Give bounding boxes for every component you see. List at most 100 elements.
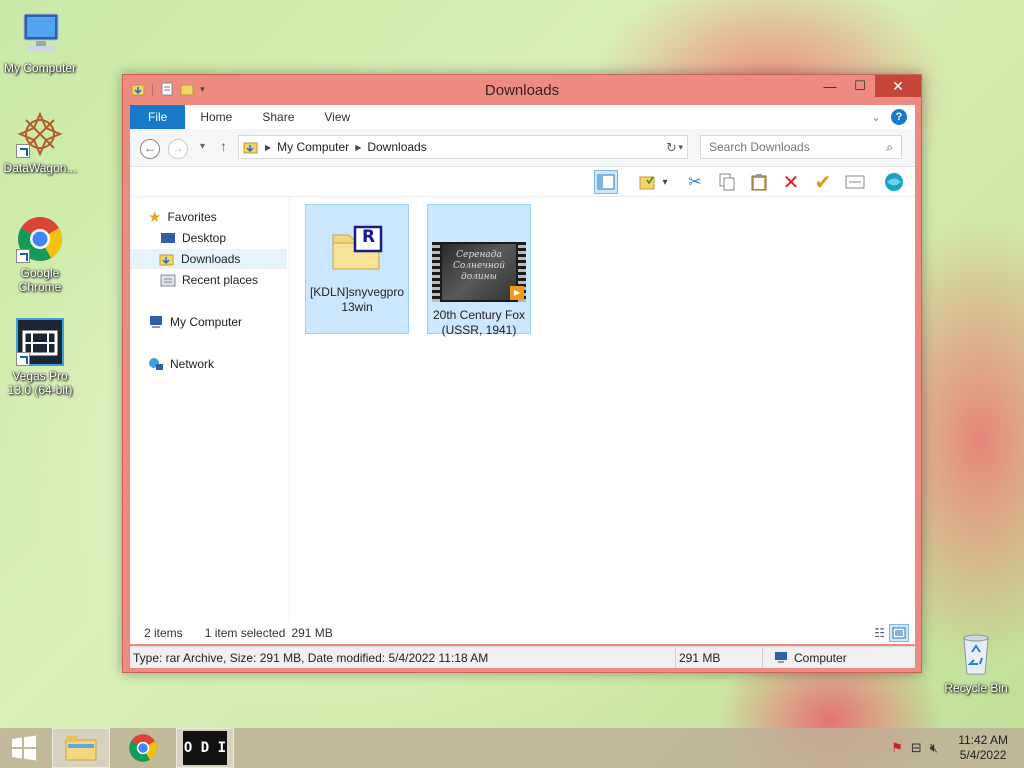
tab-file[interactable]: File — [130, 105, 186, 129]
details-info: Type: rar Archive, Size: 291 MB, Date mo… — [133, 651, 489, 665]
recycle-bin-icon — [952, 630, 1000, 678]
globe-icon[interactable] — [882, 170, 906, 194]
desktop-icon-label: DataWagon... — [3, 161, 77, 175]
nav-label: Network — [170, 357, 215, 371]
folder-options-icon[interactable] — [636, 170, 660, 194]
rar-badge-letter: R — [362, 227, 376, 247]
address-dropdown-icon[interactable]: ▾ — [678, 142, 687, 153]
star-icon: ★ — [148, 209, 162, 226]
desktop-icon-label: Recycle Bin — [944, 681, 1008, 695]
clock[interactable]: 11:42 AM 5/4/2022 — [958, 733, 1008, 763]
paste-icon[interactable] — [747, 170, 771, 194]
desktop-icon-recycle-bin[interactable]: Recycle Bin — [936, 630, 1016, 695]
play-badge-icon: ▶ — [510, 286, 524, 300]
rar-archive-icon: R — [329, 225, 385, 273]
delete-icon[interactable]: ✕ — [779, 170, 803, 194]
desktop-icon-datawagon[interactable]: DataWagon... — [0, 110, 80, 175]
details-divider — [675, 647, 676, 668]
desktop-icon-my-computer[interactable]: My Computer — [0, 10, 80, 75]
file-name-line2: (USSR, 1941) — [441, 323, 517, 337]
expand-ribbon-icon[interactable]: ⌄ — [871, 110, 881, 124]
ribbon-tabs: File Home Share View ⌄ ? — [130, 105, 915, 129]
computer-icon — [16, 10, 64, 58]
status-bar: 2 items 1 item selected 291 MB ☷ — [130, 622, 915, 644]
video-frame: Серенада Солнечной долины — [442, 244, 516, 300]
breadcrumb-downloads[interactable]: Downloads — [367, 140, 426, 154]
nav-item-my-computer[interactable]: My Computer — [148, 312, 242, 332]
details-view-icon[interactable]: ☷ — [874, 626, 885, 640]
rename-check-icon[interactable]: ✔ — [811, 170, 835, 194]
taskbar: O D I ⚑ ⊟ 🔇︎ 11:42 AM 5/4/2022 — [0, 728, 1024, 768]
title-bar[interactable]: | ▾ Downloads — ☐ ✕ — [123, 75, 921, 105]
desktop-icon-label: Vegas Pro 13.0 (64-bit) — [7, 369, 73, 397]
breadcrumb-separator-icon: ▶ — [265, 142, 272, 152]
desktop-icon-vegas-pro[interactable]: Vegas Pro 13.0 (64-bit) — [0, 318, 80, 397]
explorer-body: ★ Favorites Desktop Downloads Recent pla… — [130, 197, 915, 622]
chrome-icon — [129, 734, 157, 762]
system-tray: ⚑ ⊟ 🔇︎ — [891, 740, 938, 756]
network-icon — [148, 357, 164, 371]
action-center-flag-icon[interactable]: ⚑ — [891, 740, 903, 756]
start-button[interactable] — [0, 728, 48, 768]
breadcrumb-separator-icon: ▶ — [355, 142, 362, 152]
search-input[interactable]: Search Downloads ⌕ — [700, 135, 902, 159]
volume-muted-icon[interactable]: 🔇︎ — [930, 740, 938, 756]
file-item-rar[interactable]: R [KDLN]snyvegpro 13win — [305, 204, 409, 334]
shortcut-arrow-icon — [16, 144, 30, 158]
details-size: 291 MB — [679, 651, 721, 665]
breadcrumb-my-computer[interactable]: My Computer — [277, 140, 349, 154]
item-count: 2 items — [144, 626, 183, 640]
network-status-icon[interactable]: ⊟ — [911, 740, 922, 756]
desktop-icon-label: Google Chrome — [18, 266, 62, 294]
nav-item-favorites[interactable]: ★ Favorites — [148, 207, 217, 227]
nav-item-network[interactable]: Network — [148, 354, 214, 374]
address-bar-row: ← → ▾ ↑ ▶ My Computer ▶ Downloads ▾ ↻ Se… — [130, 129, 915, 167]
clock-date: 5/4/2022 — [959, 748, 1007, 762]
downloads-folder-icon — [243, 142, 258, 154]
details-bar: Type: rar Archive, Size: 291 MB, Date mo… — [130, 646, 915, 668]
desktop-icon-google-chrome[interactable]: Google Chrome — [0, 215, 80, 294]
nav-item-desktop[interactable]: Desktop — [160, 228, 226, 248]
tab-home[interactable]: Home — [185, 105, 247, 129]
computer-icon — [148, 315, 164, 329]
explorer-window: | ▾ Downloads — ☐ ✕ File Home Share View… — [122, 74, 922, 673]
recent-locations-icon[interactable]: ▾ — [200, 141, 205, 152]
address-field[interactable]: ▶ My Computer ▶ Downloads ▾ — [238, 135, 688, 159]
nav-item-downloads[interactable]: Downloads — [130, 249, 287, 269]
taskbar-chrome[interactable] — [114, 728, 172, 768]
up-arrow-icon[interactable]: ↑ — [220, 138, 227, 154]
tab-view[interactable]: View — [309, 105, 365, 129]
nav-label: Downloads — [181, 252, 241, 266]
navigation-pane: ★ Favorites Desktop Downloads Recent pla… — [130, 197, 290, 622]
tab-share[interactable]: Share — [247, 105, 309, 129]
desktop-icon — [160, 231, 176, 245]
cut-icon[interactable]: ✂ — [683, 170, 707, 194]
file-name-line2: 13win — [341, 300, 373, 314]
film-strip-left — [432, 242, 440, 302]
forward-button[interactable]: → — [168, 139, 188, 159]
details-divider — [762, 647, 763, 668]
datawagon-icon — [16, 110, 64, 158]
odi-app-icon: O D I — [183, 731, 227, 765]
help-icon[interactable]: ? — [891, 109, 907, 125]
refresh-icon[interactable]: ↻ — [666, 140, 677, 156]
copy-icon[interactable] — [715, 170, 739, 194]
search-icon: ⌕ — [886, 140, 893, 154]
close-button[interactable]: ✕ — [875, 75, 921, 97]
navigation-pane-button[interactable] — [594, 170, 618, 194]
file-item-video[interactable]: Серенада Солнечной долины ▶ 20th Century… — [427, 204, 531, 337]
properties-dialog-icon[interactable] — [843, 170, 867, 194]
nav-label: Desktop — [182, 231, 227, 245]
folder-options-dropdown-icon[interactable]: ▾ — [658, 170, 672, 194]
nav-item-recent-places[interactable]: Recent places — [160, 270, 258, 290]
thumb-title-1: Серенада — [456, 250, 502, 260]
large-icons-view-icon[interactable] — [889, 624, 909, 642]
taskbar-file-explorer[interactable] — [52, 728, 110, 768]
ribbon-right-controls: ⌄ ? — [871, 109, 915, 125]
minimize-button[interactable]: — — [815, 75, 845, 97]
back-button[interactable]: ← — [140, 139, 160, 159]
maximize-button[interactable]: ☐ — [845, 75, 875, 97]
recent-places-icon — [160, 273, 176, 287]
file-name-line1: 20th Century Fox — [432, 308, 526, 322]
taskbar-odi-app[interactable]: O D I — [176, 728, 234, 768]
